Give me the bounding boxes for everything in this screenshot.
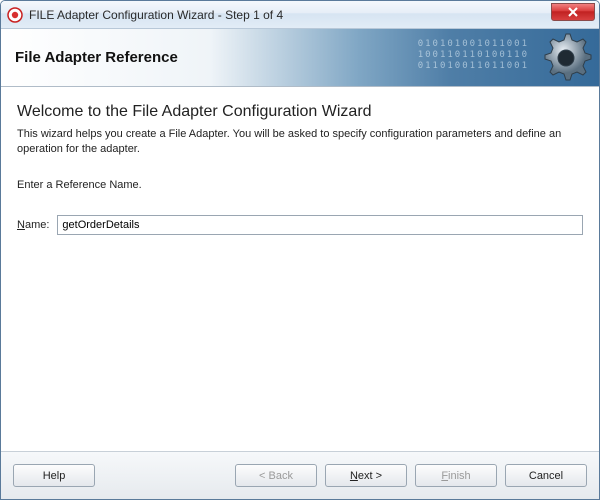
cancel-button[interactable]: Cancel	[505, 464, 587, 487]
wizard-footer: Help < Back Next > Finish Cancel	[1, 451, 599, 499]
wizard-banner: File Adapter Reference 01010100101100110…	[1, 29, 599, 87]
app-icon	[7, 7, 23, 23]
name-input[interactable]	[57, 215, 583, 235]
back-button: < Back	[235, 464, 317, 487]
name-field-row: Name:	[17, 215, 583, 235]
next-button[interactable]: Next >	[325, 464, 407, 487]
banner-decoration: 0101010010110011001101101001100110100110…	[418, 39, 529, 72]
finish-button: Finish	[415, 464, 497, 487]
welcome-heading: Welcome to the File Adapter Configuratio…	[17, 103, 583, 121]
banner-title: File Adapter Reference	[15, 49, 178, 66]
name-label: Name:	[17, 219, 49, 231]
wizard-description: This wizard helps you create a File Adap…	[17, 127, 583, 157]
help-button[interactable]: Help	[13, 464, 95, 487]
title-bar: FILE Adapter Configuration Wizard - Step…	[1, 1, 599, 29]
gear-icon	[539, 31, 593, 87]
window-title: FILE Adapter Configuration Wizard - Step…	[29, 8, 551, 22]
wizard-content: Welcome to the File Adapter Configuratio…	[1, 87, 599, 451]
window-close-button[interactable]	[551, 3, 595, 21]
reference-name-prompt: Enter a Reference Name.	[17, 179, 583, 191]
